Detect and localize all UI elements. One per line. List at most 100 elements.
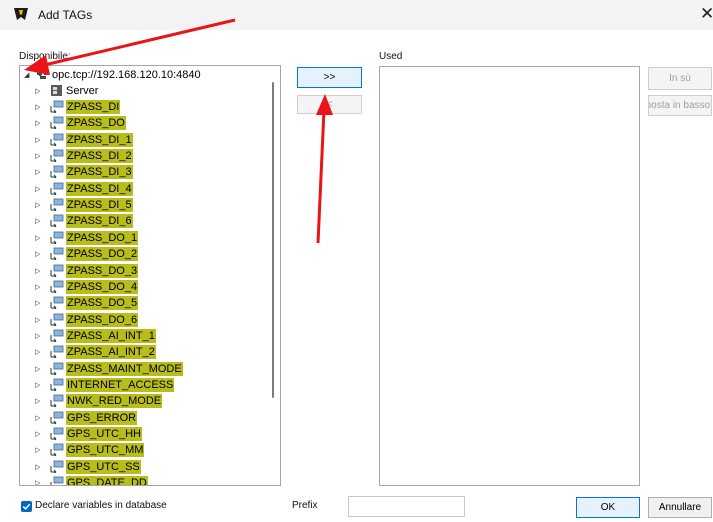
used-tags-list[interactable] — [379, 66, 640, 486]
add-all-button[interactable]: >> — [297, 67, 362, 88]
prefix-input[interactable] — [348, 496, 465, 517]
tree-node[interactable]: ▷ ZPASS_DI_6 — [20, 213, 270, 229]
tree-node-label: GPS_UTC_MM — [66, 443, 145, 458]
tree-node-server[interactable]: ▷ Server — [20, 83, 270, 99]
expand-icon[interactable]: ▷ — [35, 332, 40, 340]
variable-icon — [50, 247, 64, 261]
expand-icon[interactable]: ▷ — [35, 103, 40, 111]
variable-icon — [50, 476, 64, 485]
tree-node-label: ZPASS_DI_2 — [66, 149, 133, 164]
expand-icon[interactable]: ▷ — [35, 381, 40, 389]
tree-node[interactable]: ▷ ZPASS_DO_6 — [20, 312, 270, 328]
variable-icon — [50, 296, 64, 310]
ok-button[interactable]: OK — [576, 497, 640, 518]
variable-icon — [50, 427, 64, 440]
tree-node-label: GPS_UTC_SS — [66, 459, 141, 474]
expand-icon[interactable]: ▷ — [35, 87, 40, 95]
collapse-icon[interactable]: ◢ — [24, 71, 29, 79]
variable-icon — [50, 460, 64, 473]
tree-node[interactable]: ▷ ZPASS_DI_1 — [20, 132, 270, 148]
tree-node[interactable]: ▷ INTERNET_ACCESS — [20, 377, 270, 393]
expand-icon[interactable]: ▷ — [35, 348, 40, 356]
tree-node[interactable]: ▷ GPS_DATE_DD — [20, 475, 270, 485]
tree-node[interactable]: ▷ GPS_UTC_MM — [20, 442, 270, 458]
variable-icon — [50, 116, 64, 130]
expand-icon[interactable]: ▷ — [35, 217, 40, 225]
expand-icon[interactable]: ▷ — [35, 201, 40, 209]
variable-icon — [50, 329, 64, 342]
declare-variables-label: Declare variables in database — [35, 500, 167, 511]
variable-icon — [50, 313, 64, 326]
expand-icon[interactable]: ▷ — [35, 463, 40, 471]
expand-icon[interactable]: ▷ — [35, 299, 40, 307]
tree-node[interactable]: ▷ ZPASS_DI — [20, 99, 270, 115]
expand-icon[interactable]: ▷ — [35, 267, 40, 275]
tree-node[interactable]: ▷ ZPASS_DO_2 — [20, 246, 270, 262]
cancel-button[interactable]: Annullare — [648, 497, 712, 518]
expand-icon[interactable]: ▷ — [35, 414, 40, 422]
variable-icon — [50, 149, 64, 163]
tree-node[interactable]: ▷ GPS_UTC_HH — [20, 426, 270, 442]
expand-icon[interactable]: ▷ — [35, 397, 40, 405]
tree-node-label: ZPASS_AI_INT_2 — [66, 345, 156, 360]
expand-icon[interactable]: ▷ — [35, 365, 40, 373]
variable-icon — [50, 182, 64, 195]
variable-icon — [50, 345, 64, 359]
window-title: Add TAGs — [38, 8, 93, 22]
tree-node-label: ZPASS_DI_3 — [66, 165, 133, 180]
variable-icon — [50, 443, 64, 457]
remove-button[interactable]: < — [297, 95, 362, 114]
tree-node[interactable]: ▷ ZPASS_DO_3 — [20, 263, 270, 279]
tree-node-label: ZPASS_DO_4 — [66, 279, 139, 294]
tree-node[interactable]: ▷ ZPASS_DI_5 — [20, 197, 270, 213]
variable-icon — [50, 362, 64, 375]
tree-node[interactable]: ▷ GPS_UTC_SS — [20, 459, 270, 475]
title-bar: Add TAGs ✕ — [0, 0, 713, 30]
move-down-button[interactable]: Sposta in basso — [648, 95, 712, 116]
expand-icon[interactable]: ▷ — [35, 479, 40, 485]
declare-variables-checkbox[interactable] — [21, 501, 32, 512]
expand-icon[interactable]: ▷ — [35, 283, 40, 291]
tree-node-label: ZPASS_DO_6 — [66, 312, 139, 327]
expand-icon[interactable]: ▷ — [35, 316, 40, 324]
tree-node[interactable]: ▷ GPS_ERROR — [20, 410, 270, 426]
tree-node-label: ZPASS_DI_6 — [66, 214, 133, 229]
expand-icon[interactable]: ▷ — [35, 430, 40, 438]
tree-node[interactable]: ▷ ZPASS_DO — [20, 115, 270, 131]
close-button[interactable]: ✕ — [700, 4, 713, 24]
tree-node[interactable]: ▷ ZPASS_DI_4 — [20, 181, 270, 197]
expand-icon[interactable]: ▷ — [35, 152, 40, 160]
tree-node[interactable]: ▷ ZPASS_DO_4 — [20, 279, 270, 295]
expand-icon[interactable]: ▷ — [35, 185, 40, 193]
variable-icon — [50, 198, 64, 212]
network-icon — [37, 71, 49, 79]
tree-node[interactable]: ▷ ZPASS_DI_3 — [20, 164, 270, 180]
expand-icon[interactable]: ▷ — [35, 168, 40, 176]
variable-icon — [50, 231, 64, 244]
tree-node[interactable]: ▷ ZPASS_MAINT_MODE — [20, 361, 270, 377]
tree-node-label: ZPASS_DI_1 — [66, 132, 133, 147]
move-up-button[interactable]: In sù — [648, 67, 712, 90]
tree-node[interactable]: ▷ ZPASS_DO_5 — [20, 295, 270, 311]
variable-icon — [50, 264, 64, 277]
tree-node-label: ZPASS_DI — [66, 100, 121, 114]
variable-icon — [50, 100, 64, 113]
tree-scrollbar[interactable] — [272, 82, 274, 398]
tree-root-node[interactable]: ◢ opc.tcp://192.168.120.10:4840 — [20, 67, 270, 83]
tree-node-label: GPS_DATE_DD — [66, 476, 148, 485]
tree-node[interactable]: ▷ ZPASS_DI_2 — [20, 148, 270, 164]
expand-icon[interactable]: ▷ — [35, 250, 40, 258]
expand-icon[interactable]: ▷ — [35, 119, 40, 127]
tree-node[interactable]: ▷ ZPASS_AI_INT_2 — [20, 344, 270, 360]
expand-icon[interactable]: ▷ — [35, 234, 40, 242]
available-tags-tree[interactable]: ◢ opc.tcp://192.168.120.10:4840 ▷ Server ▷ ZP… — [19, 65, 281, 486]
variable-icon — [50, 165, 64, 179]
annotation-arrow-2 — [316, 109, 326, 244]
expand-icon[interactable]: ▷ — [35, 136, 40, 144]
tree-node[interactable]: ▷ ZPASS_AI_INT_1 — [20, 328, 270, 344]
tree-node[interactable]: ▷ ZPASS_DO_1 — [20, 230, 270, 246]
tree-node-label: NWK_RED_MODE — [66, 394, 163, 409]
tree-node-label: ZPASS_DO_2 — [66, 247, 139, 262]
tree-node[interactable]: ▷ NWK_RED_MODE — [20, 393, 270, 409]
expand-icon[interactable]: ▷ — [35, 446, 40, 454]
